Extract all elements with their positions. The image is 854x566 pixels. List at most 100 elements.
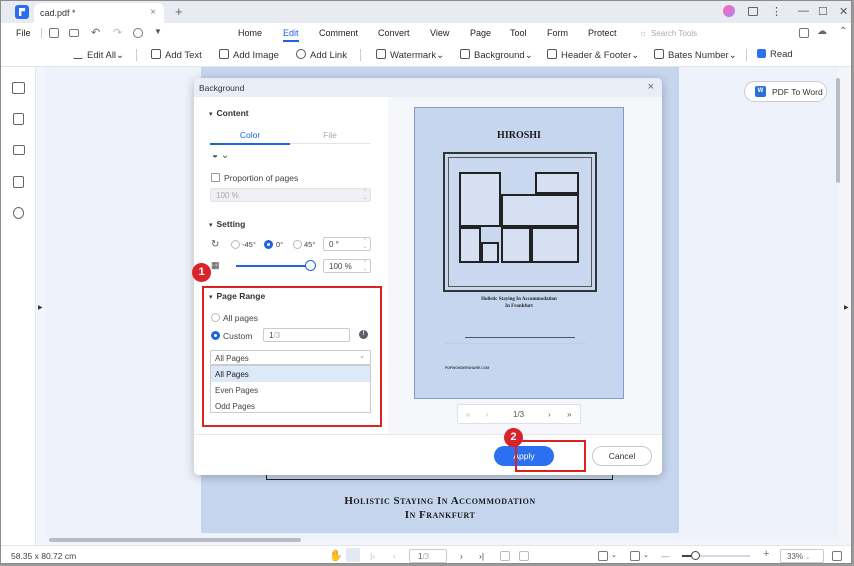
last-page-button[interactable]: ›|	[479, 551, 484, 561]
minimize-button[interactable]: —	[798, 5, 809, 17]
more-options-icon[interactable]: ⋮	[771, 5, 782, 18]
rotation-45-label: 45°	[304, 240, 316, 249]
tab-file[interactable]: File	[290, 130, 370, 140]
header-footer-button[interactable]: Header & Footer⌄	[547, 49, 639, 61]
hand-tool-icon[interactable]: ✋	[329, 549, 343, 562]
search-panel-icon[interactable]	[13, 207, 24, 219]
bates-number-button[interactable]: Bates Number⌄	[654, 49, 737, 61]
content-section-header[interactable]: Content	[209, 108, 249, 118]
zoom-level-select[interactable]: 33% ⌄	[780, 549, 824, 563]
search-tools-input[interactable]: Search Tools	[651, 29, 697, 38]
tab-bar: cad.pdf * × + ⋮ — ☐ ✕	[1, 1, 851, 23]
maximize-button[interactable]: ☐	[818, 5, 828, 18]
first-page-button[interactable]: |‹	[370, 551, 375, 561]
zoom-slider-handle[interactable]	[691, 551, 700, 560]
menu-tool[interactable]: Tool	[510, 28, 527, 38]
last-page-icon[interactable]: »	[567, 410, 571, 419]
next-page-button[interactable]: ›	[460, 551, 463, 561]
display-mode-icon[interactable]	[630, 551, 640, 561]
avatar[interactable]	[723, 5, 735, 17]
proportion-checkbox[interactable]	[211, 173, 220, 182]
prev-page-icon[interactable]: ‹	[486, 410, 489, 419]
zoom-slider-track[interactable]	[682, 551, 750, 560]
read-checkbox-icon[interactable]	[757, 49, 766, 58]
share-icon[interactable]	[799, 28, 809, 38]
collapse-ribbon-icon[interactable]: ⌃	[839, 26, 847, 37]
select-tool-icon[interactable]	[346, 548, 360, 562]
expand-left-panel-icon[interactable]: ▶	[38, 304, 43, 311]
file-menu[interactable]: File	[16, 28, 31, 38]
page-layout-dropdown-icon[interactable]: ⌄	[611, 551, 617, 559]
fit-width-icon[interactable]	[519, 551, 529, 561]
opacity-slider-track[interactable]	[236, 265, 308, 267]
page-range-highlight	[202, 286, 382, 427]
horizontal-scrollbar[interactable]	[49, 538, 301, 542]
add-link-button[interactable]: Add Link	[296, 49, 347, 61]
undo-icon[interactable]: ↶	[91, 26, 100, 39]
menu-protect[interactable]: Protect	[588, 28, 617, 38]
save-icon[interactable]	[49, 28, 59, 38]
cloud-upload-icon[interactable]: ☁	[817, 26, 827, 37]
rotation-minus45-radio[interactable]	[231, 240, 240, 249]
rotation-0-radio[interactable]	[264, 240, 273, 249]
menu-view[interactable]: View	[430, 28, 449, 38]
fullscreen-icon[interactable]	[832, 551, 842, 561]
menu-bar: File ↶ ↷ ▼ Home Edit Comment Convert Vie…	[1, 23, 851, 43]
step-1-badge: 1	[192, 263, 211, 282]
preview-title: HIROSHI	[497, 130, 541, 141]
bates-number-icon	[654, 49, 664, 59]
fit-page-icon[interactable]	[500, 551, 510, 561]
preview-divider	[465, 337, 575, 338]
bookmark-icon[interactable]	[13, 113, 24, 125]
preview-pane: HIROSHI Holistic Staying In Accommodatio…	[388, 97, 662, 434]
menu-convert[interactable]: Convert	[378, 28, 410, 38]
watermark-button[interactable]: Watermark⌄	[376, 49, 444, 61]
close-tab-icon[interactable]: ×	[150, 7, 156, 18]
edit-all-button[interactable]: Edit All⌄	[73, 49, 124, 61]
thumbnails-icon[interactable]	[12, 82, 25, 94]
zoom-in-button[interactable]: +	[763, 548, 769, 560]
page-number-input[interactable]: 1/3	[409, 549, 447, 563]
redo-icon[interactable]: ↷	[113, 26, 122, 39]
attachment-icon[interactable]	[13, 176, 24, 188]
background-button[interactable]: Background⌄	[460, 49, 533, 61]
pdf-to-word-button[interactable]: W PDF To Word	[744, 81, 827, 102]
menu-edit[interactable]: Edit	[283, 28, 299, 42]
opacity-slider-handle[interactable]	[305, 260, 316, 271]
first-page-icon[interactable]: «	[466, 410, 470, 419]
display-mode-dropdown-icon[interactable]: ⌄	[643, 551, 649, 559]
document-tab-title: cad.pdf *	[40, 8, 76, 18]
rotation-input[interactable]: 0 ° ⌃ ⌄	[323, 237, 371, 251]
menu-form[interactable]: Form	[547, 28, 568, 38]
opacity-input[interactable]: 100 % ⌃ ⌄	[323, 259, 371, 273]
tab-color[interactable]: Color	[210, 130, 290, 145]
zoom-out-button[interactable]: —	[661, 551, 670, 561]
dialog-header: Background ×	[194, 78, 662, 97]
notification-icon[interactable]	[748, 7, 758, 16]
page-layout-icon[interactable]	[598, 551, 608, 561]
rotation-45-radio[interactable]	[293, 240, 302, 249]
add-image-button[interactable]: Add Image	[219, 49, 279, 61]
menu-home[interactable]: Home	[238, 28, 262, 38]
prev-page-button[interactable]: ‹	[393, 551, 396, 561]
setting-section-header[interactable]: Setting	[209, 219, 246, 229]
menu-comment[interactable]: Comment	[319, 28, 358, 38]
document-tab[interactable]: cad.pdf * ×	[34, 3, 164, 23]
close-dialog-icon[interactable]: ×	[648, 81, 654, 93]
read-toggle[interactable]: Read	[757, 49, 793, 60]
comment-icon[interactable]	[13, 145, 25, 155]
mail-icon[interactable]	[69, 29, 79, 37]
fill-color-icon[interactable]: ◒ ⌄	[212, 150, 229, 161]
vertical-scrollbar[interactable]	[836, 78, 840, 183]
proportion-value: 100 %	[216, 191, 239, 200]
menu-page[interactable]: Page	[470, 28, 491, 38]
new-tab-button[interactable]: +	[175, 4, 183, 19]
close-window-button[interactable]: ✕	[839, 5, 848, 18]
cancel-button[interactable]: Cancel	[592, 446, 652, 466]
print-icon[interactable]	[133, 28, 143, 38]
page-heading-line1: Holistic Staying In Accommodation	[344, 495, 536, 507]
next-page-icon[interactable]: ›	[548, 410, 551, 419]
add-text-button[interactable]: Add Text	[151, 49, 202, 61]
expand-right-panel-icon[interactable]: ▶	[844, 304, 849, 311]
customize-dropdown-icon[interactable]: ▼	[154, 27, 162, 36]
